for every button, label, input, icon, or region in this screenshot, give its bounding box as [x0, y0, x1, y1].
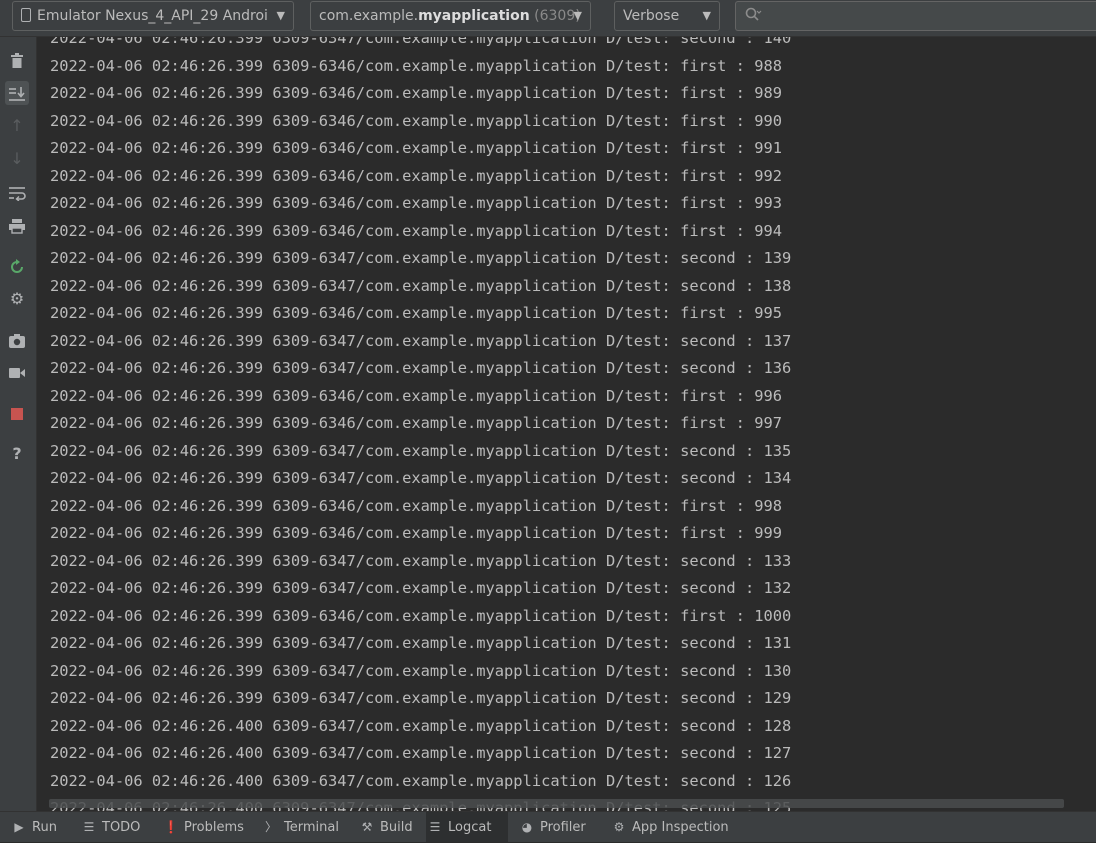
- tab-profiler[interactable]: ◕ Profiler: [518, 812, 600, 842]
- log-line: 2022-04-06 02:46:26.399 6309-6346/com.ex…: [50, 414, 783, 432]
- log-line: 2022-04-06 02:46:26.399 6309-6347/com.ex…: [50, 634, 792, 652]
- tool-window-bar: ▶ Run ☰ TODO ❗ Problems 〉 Terminal ⚒ Build ☰ Logcat…: [0, 811, 1096, 842]
- log-line: 2022-04-06 02:46:26.399 6309-6346/com.ex…: [50, 111, 783, 130]
- device-icon: [21, 8, 31, 22]
- run-icon: ▶: [14, 820, 24, 834]
- logcat-toolbar: Emulator Nexus_4_API_29 Androi ▼ com.exa…: [0, 0, 1096, 37]
- tab-run[interactable]: ▶ Run: [10, 812, 70, 842]
- tab-label: TODO: [102, 820, 141, 835]
- trash-icon[interactable]: [5, 48, 29, 72]
- tab-label: Build: [380, 820, 413, 835]
- tab-logcat[interactable]: ☰ Logcat: [426, 812, 508, 842]
- print-icon[interactable]: [5, 213, 29, 237]
- device-selector[interactable]: Emulator Nexus_4_API_29 Androi ▼: [12, 1, 294, 31]
- problems-icon: ❗: [163, 820, 179, 834]
- log-line: 2022-04-06 02:46:26.399 6309-6346/com.ex…: [50, 386, 783, 405]
- tab-label: Problems: [184, 820, 244, 835]
- log-line: 2022-04-06 02:46:26.399 6309-6346/com.ex…: [50, 84, 783, 102]
- search-box[interactable]: [735, 1, 1096, 31]
- scroll-to-end-icon[interactable]: [5, 81, 29, 105]
- logcat-icon: ☰: [429, 820, 441, 834]
- log-line: 2022-04-06 02:46:26.400 6309-6347/com.ex…: [50, 771, 792, 790]
- chevron-down-icon: ▼: [276, 9, 285, 22]
- settings-icon[interactable]: ⚙: [5, 287, 29, 311]
- restart-icon[interactable]: [5, 254, 29, 278]
- logcat-output[interactable]: 2022-04-06 02:46:26.399 6309-6347/com.ex…: [37, 37, 1096, 811]
- search-icon: [744, 6, 762, 28]
- log-line: 2022-04-06 02:46:26.400 6309-6347/com.ex…: [50, 716, 792, 735]
- screen-record-icon[interactable]: [5, 360, 29, 384]
- log-line: 2022-04-06 02:46:26.399 6309-6346/com.ex…: [50, 194, 783, 212]
- build-icon: ⚒: [361, 820, 373, 834]
- tab-label: Run: [32, 820, 57, 835]
- log-line: 2022-04-06 02:46:26.399 6309-6346/com.ex…: [50, 166, 783, 185]
- tab-label: Profiler: [540, 820, 586, 835]
- tab-todo[interactable]: ☰ TODO: [80, 812, 152, 842]
- log-line: 2022-04-06 02:46:26.399 6309-6347/com.ex…: [50, 331, 792, 350]
- process-prefix: com.example.: [319, 8, 419, 24]
- help-icon[interactable]: ?: [5, 442, 29, 466]
- process-selector[interactable]: com.example.myapplication (6309) ▼: [310, 1, 591, 31]
- logcat-side-toolbar: ↑ ↓ ⚙ ?: [0, 37, 37, 811]
- tab-terminal[interactable]: 〉 Terminal: [262, 812, 348, 842]
- tab-problems[interactable]: ❗ Problems: [162, 812, 252, 842]
- todo-icon: ☰: [83, 820, 95, 834]
- log-line: 2022-04-06 02:46:26.399 6309-6346/com.ex…: [50, 496, 783, 515]
- log-line: 2022-04-06 02:46:26.399 6309-6346/com.ex…: [50, 606, 792, 625]
- log-line: 2022-04-06 02:46:26.399 6309-6346/com.ex…: [50, 524, 783, 542]
- log-line: 2022-04-06 02:46:26.399 6309-6346/com.ex…: [50, 56, 783, 75]
- log-line: 2022-04-06 02:46:26.399 6309-6347/com.ex…: [50, 689, 792, 707]
- log-line: 2022-04-06 02:46:26.399 6309-6347/com.ex…: [50, 579, 792, 597]
- log-line: 2022-04-06 02:46:26.399 6309-6347/com.ex…: [50, 551, 792, 570]
- log-line: 2022-04-06 02:46:26.399 6309-6347/com.ex…: [50, 661, 792, 680]
- log-line: 2022-04-06 02:46:26.399 6309-6347/com.ex…: [50, 469, 792, 487]
- log-line: 2022-04-06 02:46:26.399 6309-6346/com.ex…: [50, 304, 783, 322]
- log-line-partial: 2022-04-06 02:46:26.399 6309-6347/com.ex…: [50, 37, 792, 47]
- log-line: 2022-04-06 02:46:26.399 6309-6347/com.ex…: [50, 359, 792, 377]
- tab-build[interactable]: ⚒ Build: [358, 812, 418, 842]
- process-name: myapplication: [418, 8, 530, 24]
- screenshot-icon[interactable]: [5, 328, 29, 352]
- tab-label: Logcat: [448, 820, 492, 835]
- log-line: 2022-04-06 02:46:26.399 6309-6347/com.ex…: [50, 249, 792, 267]
- log-line: 2022-04-06 02:46:26.399 6309-6346/com.ex…: [50, 221, 783, 240]
- chevron-down-icon: ▼: [573, 9, 582, 22]
- log-line: 2022-04-06 02:46:26.399 6309-6347/com.ex…: [50, 441, 792, 460]
- horizontal-scrollbar[interactable]: [49, 799, 1064, 808]
- stop-icon[interactable]: [5, 401, 29, 425]
- down-arrow-icon[interactable]: ↓: [5, 147, 29, 171]
- up-arrow-icon[interactable]: ↑: [5, 114, 29, 138]
- log-line: 2022-04-06 02:46:26.399 6309-6346/com.ex…: [50, 139, 783, 157]
- app-inspection-icon: ⚙: [613, 820, 625, 834]
- tab-label: Terminal: [284, 820, 339, 835]
- log-level-selector[interactable]: Verbose ▼: [614, 1, 720, 31]
- tab-label: App Inspection: [632, 820, 729, 835]
- profiler-icon: ◕: [521, 820, 533, 834]
- chevron-down-icon: ▼: [702, 9, 711, 22]
- log-line: 2022-04-06 02:46:26.399 6309-6347/com.ex…: [50, 276, 792, 295]
- device-label: Emulator Nexus_4_API_29 Androi: [37, 8, 268, 24]
- terminal-icon: 〉: [264, 820, 277, 834]
- soft-wrap-icon[interactable]: [5, 180, 29, 204]
- log-level-label: Verbose: [623, 8, 680, 24]
- tab-app-inspection[interactable]: ⚙ App Inspection: [610, 812, 730, 842]
- log-line: 2022-04-06 02:46:26.400 6309-6347/com.ex…: [50, 744, 792, 762]
